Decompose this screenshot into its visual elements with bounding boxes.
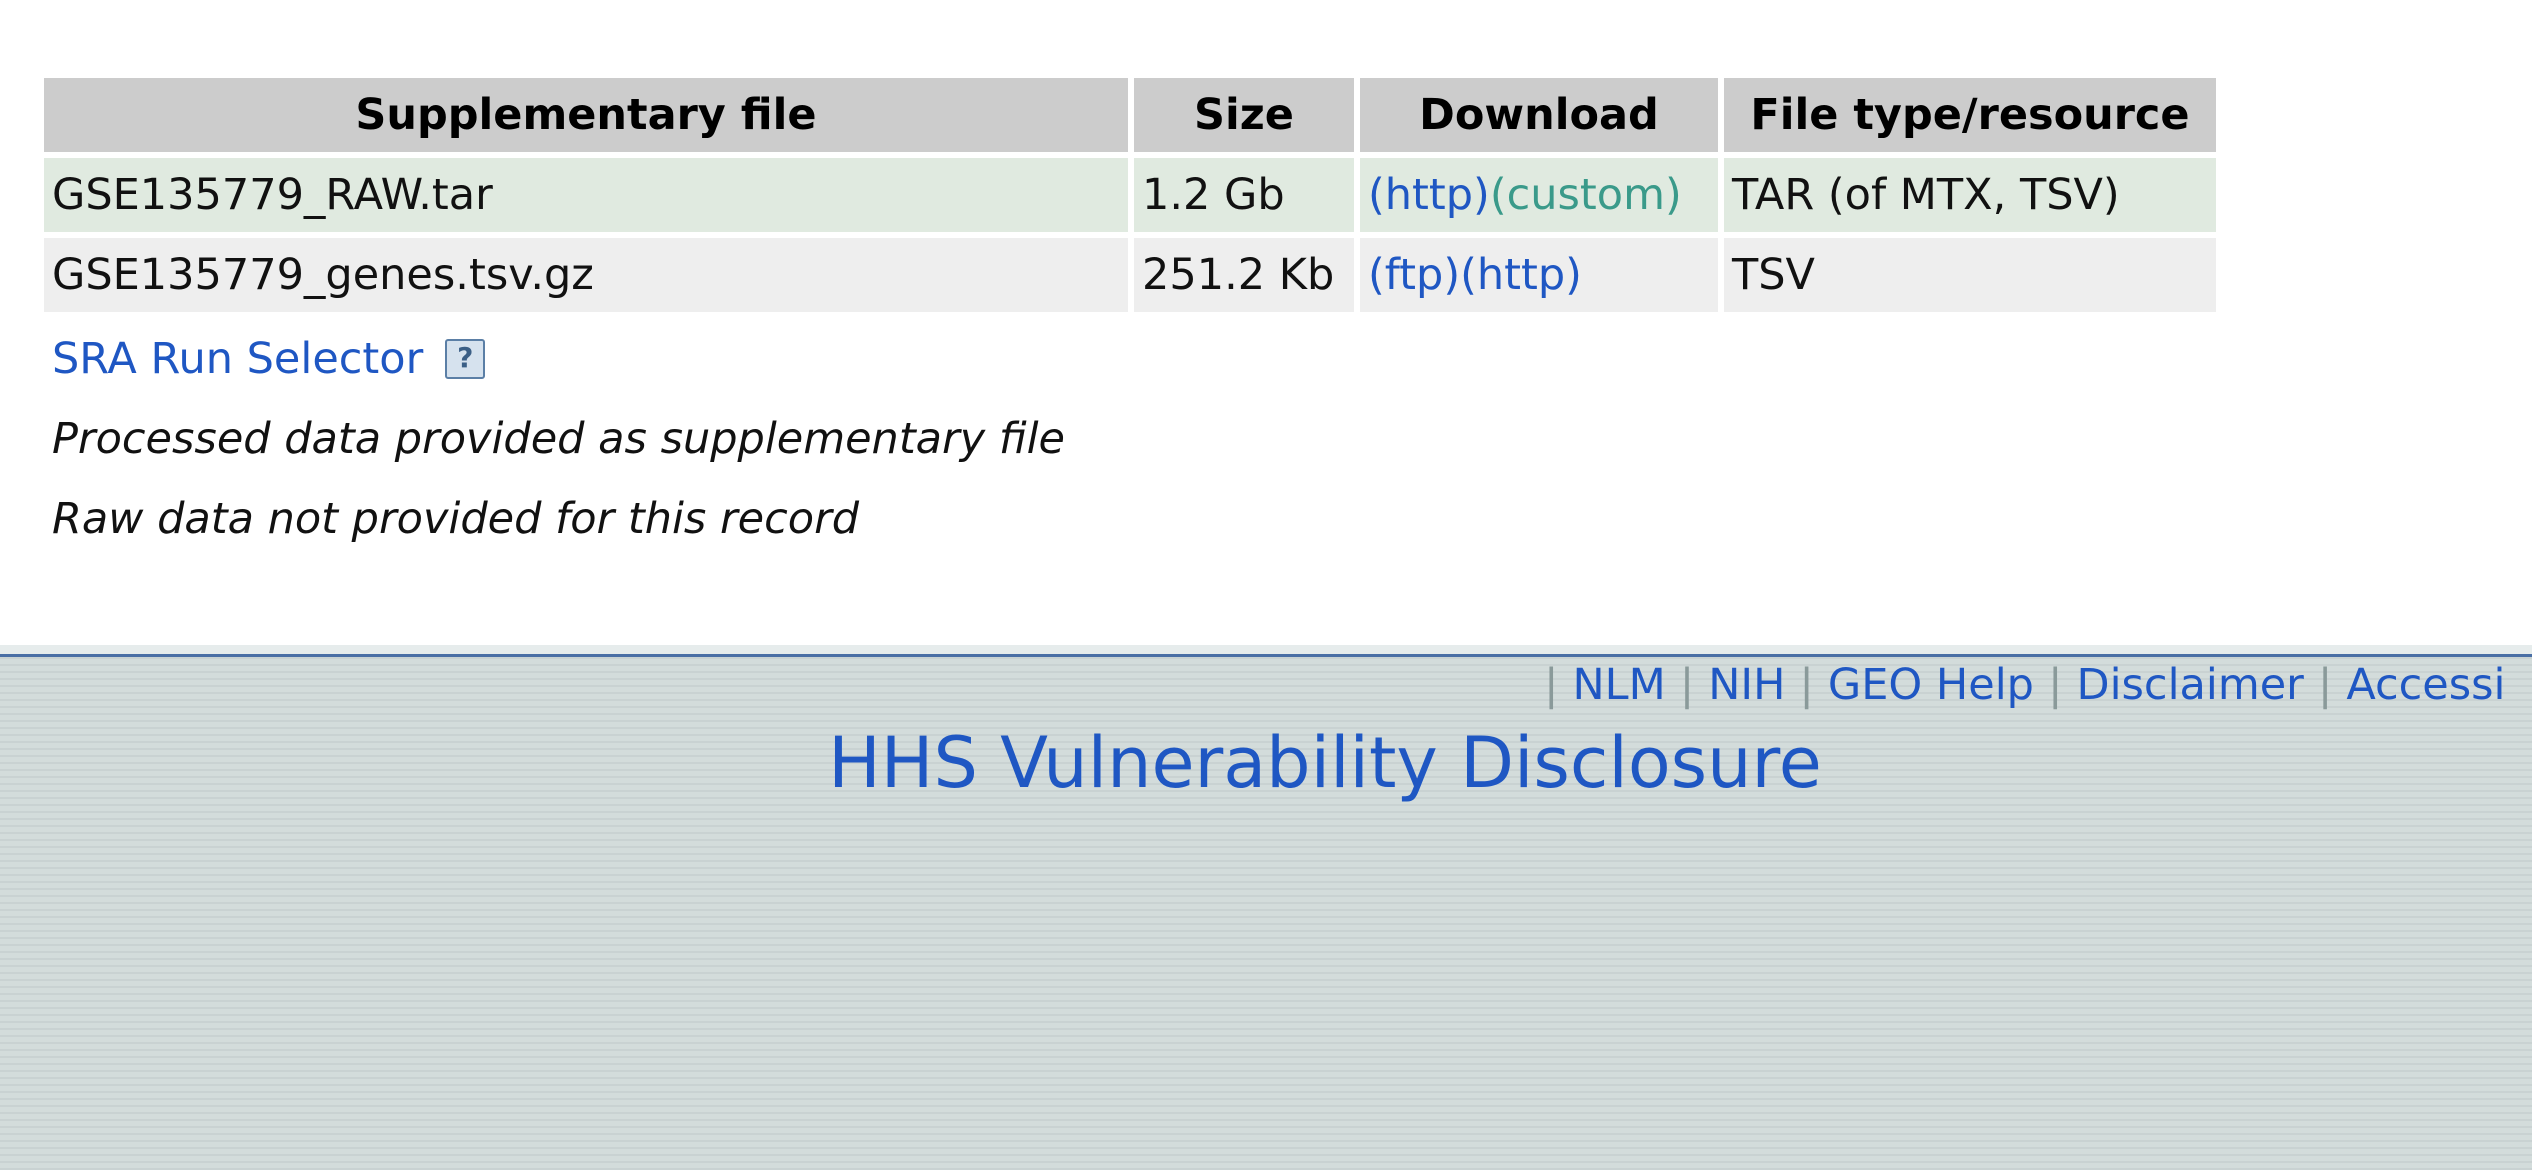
footer-top-rule [0,654,2532,657]
content-area: Supplementary file Size Download File ty… [0,0,2532,645]
column-header-file: Supplementary file [44,78,1128,152]
file-type-cell: TAR (of MTX, TSV) [1724,158,2216,232]
file-size-cell: 1.2 Gb [1134,158,1354,232]
footer-link-geo-help[interactable]: GEO Help [1828,660,2034,710]
sra-run-selector-row: SRA Run Selector ? [52,334,486,384]
column-header-file-type: File type/resource [1724,78,2216,152]
footer-link-accessibility[interactable]: Accessi [2346,660,2505,710]
download-cell: (http)(custom) [1360,158,1718,232]
download-http-link[interactable]: (http) [1460,250,1582,300]
table-row: GSE135779_RAW.tar 1.2 Gb (http)(custom) … [44,158,2216,232]
download-cell: (ftp)(http) [1360,238,1718,312]
column-header-download: Download [1360,78,1718,152]
page: Supplementary file Size Download File ty… [0,0,2532,1170]
download-custom-link[interactable]: (custom) [1490,170,1682,220]
footer-link-disclaimer[interactable]: Disclaimer [2076,660,2303,710]
sra-run-selector-link[interactable]: SRA Run Selector [52,334,423,384]
footer-top-band [0,645,2532,654]
footer-separator: | [1679,660,1695,710]
download-http-link[interactable]: (http) [1368,170,1490,220]
help-icon[interactable]: ? [445,339,486,379]
raw-data-note: Raw data not provided for this record [52,494,860,544]
table-row: GSE135779_genes.tsv.gz 251.2 Kb (ftp)(ht… [44,238,2216,312]
download-ftp-link[interactable]: (ftp) [1368,250,1460,300]
footer-link-nlm[interactable]: NLM [1573,660,1666,710]
processed-data-note: Processed data provided as supplementary… [52,414,1065,464]
table-header-row: Supplementary file Size Download File ty… [44,78,2216,152]
hhs-vulnerability-disclosure-link[interactable]: HHS Vulnerability Disclosure [0,722,2532,804]
footer-link-nih[interactable]: NIH [1708,660,1785,710]
supplementary-files-table: Supplementary file Size Download File ty… [38,72,2222,318]
footer-separator: | [2317,660,2333,710]
file-type-cell: TSV [1724,238,2216,312]
footer-separator: | [1799,660,1814,710]
footer-separator: | [2047,660,2063,710]
footer-links: | NLM | NIH | GEO Help | Disclaimer | Accessi [1530,660,2506,710]
file-name-cell: GSE135779_genes.tsv.gz [44,238,1128,312]
column-header-size: Size [1134,78,1354,152]
footer-separator: | [1544,660,1559,710]
file-name-cell: GSE135779_RAW.tar [44,158,1128,232]
file-size-cell: 251.2 Kb [1134,238,1354,312]
